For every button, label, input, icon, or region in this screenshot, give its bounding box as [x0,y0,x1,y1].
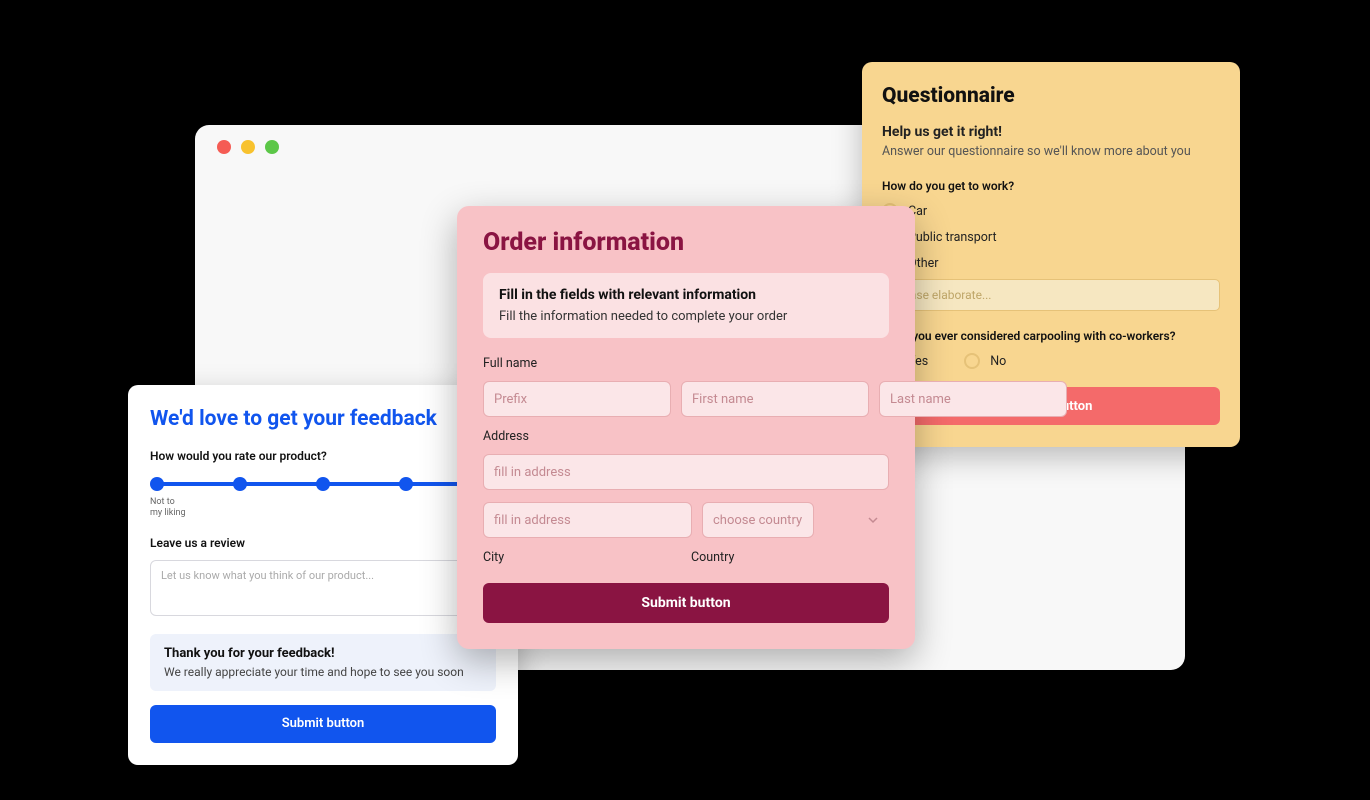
feedback-title: We'd love to get your feedback [150,407,496,431]
radio-option-public-transport[interactable]: Public transport [882,229,1220,245]
question-1-label: How do you get to work? [882,179,1220,193]
questionnaire-subtitle: Help us get it right! [882,124,1220,140]
order-submit-button[interactable]: Submit button [483,583,889,623]
rating-slider[interactable] [150,477,496,491]
order-card: Order information Fill in the fields wit… [457,206,915,649]
thankyou-subtitle: We really appreciate your time and hope … [164,665,482,679]
country-select[interactable]: choose country [702,502,814,538]
chevron-down-icon [867,514,879,526]
address-input-1[interactable] [483,454,889,490]
lastname-input[interactable] [879,381,1067,417]
radio-label: No [990,354,1006,369]
country-label: Country [691,550,889,565]
elaborate-input[interactable] [882,279,1220,311]
city-label: City [483,550,681,565]
window-maximize-icon[interactable] [265,140,279,154]
slider-stop-icon[interactable] [233,477,247,491]
slider-stop-icon[interactable] [150,477,164,491]
order-title: Order information [483,228,889,257]
rating-question: How would you rate our product? [150,449,496,463]
radio-icon[interactable] [964,353,980,369]
radio-option-other[interactable]: Other [882,255,1220,271]
questionnaire-description: Answer our questionnaire so we'll know m… [882,144,1220,159]
slider-low-label: Not to my liking [150,497,496,520]
slider-stop-icon[interactable] [316,477,330,491]
radio-option-car[interactable]: Car [882,203,1220,219]
order-box-title: Fill in the fields with relevant informa… [499,287,873,303]
window-close-icon[interactable] [217,140,231,154]
radio-label: Public transport [908,230,997,245]
address-label: Address [483,429,889,444]
review-label: Leave us a review [150,536,496,550]
order-description-box: Fill in the fields with relevant informa… [483,273,889,338]
prefix-input[interactable] [483,381,671,417]
questionnaire-title: Questionnaire [882,84,1220,108]
order-box-subtitle: Fill the information needed to complete … [499,309,873,324]
firstname-input[interactable] [681,381,869,417]
thankyou-title: Thank you for your feedback! [164,646,482,661]
slider-stop-icon[interactable] [399,477,413,491]
radio-option-no[interactable]: No [964,353,1006,369]
window-minimize-icon[interactable] [241,140,255,154]
review-textarea[interactable] [150,560,496,616]
feedback-submit-button[interactable]: Submit button [150,705,496,743]
question-2-label: Have you ever considered carpooling with… [882,329,1220,343]
fullname-label: Full name [483,356,889,371]
city-input[interactable] [483,502,692,538]
thankyou-banner: Thank you for your feedback! We really a… [150,634,496,691]
